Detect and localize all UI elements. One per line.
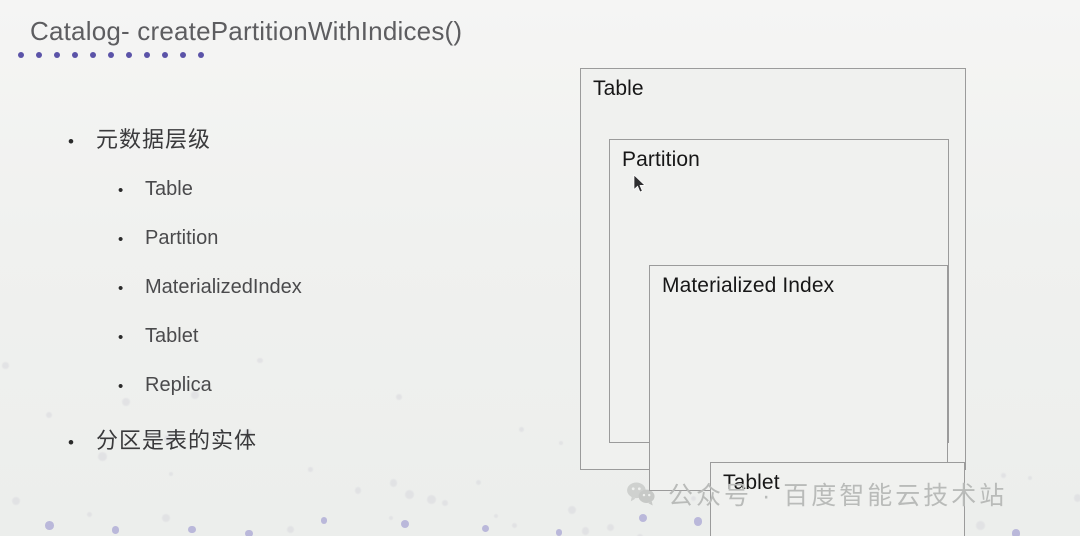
nested-hierarchy-diagram: Table Partition Materialized Index Table… [580,68,966,536]
bullet-marker: • [118,231,124,248]
bullet-marker: • [118,280,124,297]
diagram-box-partition: Partition Materialized Index Tablet Repl… [609,139,965,536]
outline-item: • Replica [68,374,498,397]
title-dot [180,52,186,58]
decorative-dot-accent [693,517,703,526]
outline-item: • Partition [68,227,498,250]
outline-item-label: Replica [145,374,212,396]
outline-item-label: Partition [145,227,219,249]
watermark-text: 公众号 · 百度智能云技术站 [668,482,1008,510]
bullet-marker: • [118,182,124,199]
page-title: Catalog- createPartitionWithIndices() [30,16,463,46]
decorative-dot-accent [320,517,328,524]
decorative-dot [493,513,499,519]
decorative-dot [45,412,52,419]
decorative-dot-accent [638,513,648,523]
title-dot [54,52,60,58]
decorative-dot-accent [245,529,253,536]
diagram-box-table: Table Partition Materialized Index Table… [580,68,966,536]
outline-item-label: 分区是表的实体 [96,428,258,453]
bullet-marker: • [68,132,74,151]
outline-item: • Tablet [68,325,498,348]
decorative-dot [476,479,482,485]
title-dot [36,52,42,58]
title-dot [144,52,150,58]
decorative-dot-accent [555,529,563,536]
diagram-label-partition: Partition [622,148,700,171]
outline-item-label: Table [145,178,193,200]
title-dot [126,52,132,58]
bullet-marker: • [68,433,74,452]
decorative-dot [512,523,517,528]
decorative-dot-accent [188,525,196,534]
bullet-marker: • [118,378,124,395]
diagram-label-materialized-index: Materialized Index [662,274,835,297]
decorative-dot [1027,475,1032,480]
decorative-dot [162,514,171,523]
decorative-dot [287,525,295,533]
decorative-dot-accent [1011,529,1021,536]
outline-item-label: MaterializedIndex [145,276,302,298]
decorative-dot [11,496,20,505]
title-dot [162,52,168,58]
title-dot [90,52,96,58]
decorative-dot [567,505,577,514]
watermark: 公众号 · 百度智能云技术站 [626,476,1007,512]
decorative-dot [1073,494,1080,503]
outline-item: • 分区是表的实体 [68,423,498,455]
outline-item-label: Tablet [145,325,199,347]
decorative-dot-accent [481,524,490,533]
decorative-dot [426,494,436,504]
diagram-label-table: Table [593,77,644,100]
title-dot [72,52,78,58]
decorative-dot [558,440,563,445]
title-underline-dots [18,52,204,58]
decorative-dot-accent [111,526,120,534]
bullet-marker: • [118,329,124,346]
slide-canvas: Catalog- createPartitionWithIndices() • 元… [0,0,1080,536]
decorative-dot [355,487,362,494]
decorative-dot [389,516,394,521]
title-dot [108,52,114,58]
decorative-dot [405,489,414,499]
decorative-dot [976,521,985,530]
decorative-dot [442,500,448,506]
decorative-dot [2,362,9,370]
outline-list: • 元数据层级 • Table • Partition • MaterializedIndex… [68,122,498,479]
decorative-dot [86,511,93,518]
decorative-dot-accent [44,521,54,530]
decorative-dot [606,523,614,531]
decorative-dot [518,427,524,433]
outline-item: • MaterializedIndex [68,276,498,299]
title-dot [198,52,204,58]
outline-item: • 元数据层级 [68,122,498,154]
outline-item-label: 元数据层级 [96,127,212,152]
decorative-dot-accent [400,520,410,529]
outline-item: • Table [68,178,498,201]
decorative-dot [581,526,590,535]
title-dot [18,52,24,58]
wechat-icon [627,482,655,506]
decorative-dot [390,479,398,487]
diagram-box-materialized-index: Materialized Index Tablet Replica [649,265,965,536]
